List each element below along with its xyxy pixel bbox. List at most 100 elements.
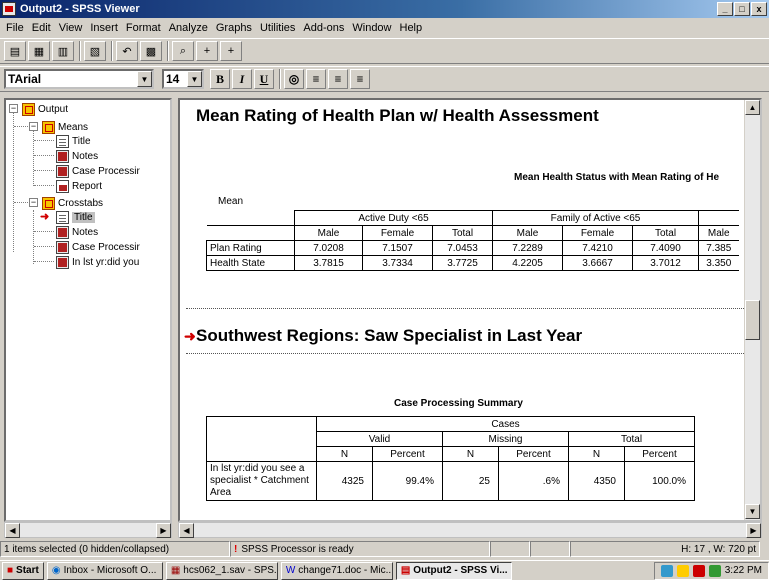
pivot-table-icon [56, 164, 69, 178]
start-button[interactable]: ■ Start [2, 561, 44, 580]
collapse-icon[interactable]: − [9, 104, 18, 113]
collapse-icon[interactable]: − [29, 198, 38, 207]
undo-icon[interactable]: ↶ [116, 41, 138, 61]
network-icon[interactable] [708, 564, 721, 577]
scroll-up-icon[interactable]: ▲ [745, 100, 760, 115]
menu-file[interactable]: File [2, 22, 28, 34]
spss-data-icon: ▦ [170, 565, 181, 576]
task-outlook[interactable]: ◉ Inbox - Microsoft O... [46, 561, 163, 580]
chevron-down-icon[interactable]: ▼ [137, 71, 152, 87]
find-icon[interactable]: ⌕ [172, 41, 194, 61]
save-icon[interactable]: ▦ [28, 41, 50, 61]
scroll-right-icon[interactable]: ▶ [746, 523, 761, 538]
italic-button[interactable]: I [232, 69, 252, 89]
open-icon[interactable]: ▤ [4, 41, 26, 61]
group-header: Missing [442, 431, 569, 447]
col-header: Female [562, 225, 633, 241]
cell: 4325 [316, 461, 373, 501]
spss-app-icon [2, 2, 16, 16]
menu-view[interactable]: View [55, 22, 87, 34]
outline-item-crosstab-table[interactable]: In lst yr:did you [56, 255, 139, 269]
row-label: Plan Rating [206, 240, 295, 256]
outline-item-case-processing-2[interactable]: Case Processir [56, 240, 140, 254]
insert-case-icon[interactable]: + [196, 41, 218, 61]
processor-icon: ! [234, 543, 238, 555]
dialog-recall-icon[interactable]: ▧ [84, 41, 106, 61]
outline-item-report[interactable]: Report [56, 179, 102, 193]
outline-item-notes-2[interactable]: Notes [56, 225, 98, 239]
cell: 7.4090 [632, 240, 699, 256]
outline-item-notes[interactable]: Notes [56, 149, 98, 163]
scroll-right-icon[interactable]: ▶ [156, 523, 171, 538]
output-title-2[interactable]: Southwest Regions: Saw Specialist in Las… [196, 326, 582, 346]
align-right-icon[interactable]: ≡ [350, 69, 370, 89]
cell: 7.4210 [562, 240, 633, 256]
col-header: Total [432, 225, 493, 241]
outline-item-title[interactable]: Title [56, 134, 91, 148]
table-row: Plan Rating 7.0208 7.1507 7.0453 7.2289 … [206, 240, 739, 256]
menu-edit[interactable]: Edit [28, 22, 55, 34]
tray-app-icon[interactable] [660, 564, 673, 577]
font-family-dropdown[interactable]: TArial ▼ [4, 69, 154, 89]
bold-button[interactable]: B [210, 69, 230, 89]
collapse-icon[interactable]: − [29, 122, 38, 131]
output-content-pane[interactable]: Mean Rating of Health Plan w/ Health Ass… [178, 98, 762, 522]
close-button[interactable]: x [751, 2, 767, 16]
outline-pane[interactable]: − Output − Means Title Notes Case Proces… [4, 98, 172, 522]
norton-icon[interactable] [692, 564, 705, 577]
menu-help[interactable]: Help [396, 22, 427, 34]
outline-item-crosstabs[interactable]: Crosstabs [42, 196, 103, 210]
menu-analyze[interactable]: Analyze [165, 22, 212, 34]
task-spss-viewer[interactable]: ▤ Output2 - SPSS Vi... [395, 561, 512, 580]
menu-utilities[interactable]: Utilities [256, 22, 299, 34]
cell: 7.1507 [362, 240, 433, 256]
cell: 3.350 [698, 255, 739, 271]
align-center-icon[interactable]: ≡ [328, 69, 348, 89]
font-size-value: 14 [166, 72, 180, 86]
cell: 4.2205 [492, 255, 563, 271]
print-icon[interactable]: ▥ [52, 41, 74, 61]
outline-item-case-processing[interactable]: Case Processir [56, 164, 140, 178]
scroll-left-icon[interactable]: ◀ [5, 523, 20, 538]
task-word[interactable]: W change71.doc - Mic... [280, 561, 393, 580]
goto-chart-icon[interactable]: ▩ [140, 41, 162, 61]
case-processing-table[interactable]: Cases Valid Missing Total N Percent N Pe… [206, 416, 695, 501]
menu-insert[interactable]: Insert [86, 22, 122, 34]
underline-button[interactable]: U [254, 69, 274, 89]
maximize-button[interactable]: □ [734, 2, 750, 16]
vertical-scrollbar[interactable]: ▲ ▼ [744, 100, 760, 520]
task-spss-data[interactable]: ▦ hcs062_1.sav - SPS... [165, 561, 278, 580]
menu-window[interactable]: Window [348, 22, 395, 34]
font-size-dropdown[interactable]: 14 ▼ [162, 69, 204, 89]
group-header: Active Duty <65 [294, 210, 493, 226]
scroll-down-icon[interactable]: ▼ [745, 504, 760, 519]
title-bar: Output2 - SPSS Viewer _ □ x [0, 0, 769, 18]
outline-item-output[interactable]: Output [22, 102, 68, 116]
volume-icon[interactable] [676, 564, 689, 577]
menu-format[interactable]: Format [122, 22, 165, 34]
menu-graphs[interactable]: Graphs [212, 22, 256, 34]
scroll-thumb[interactable] [745, 300, 760, 340]
col-header: Percent [498, 446, 569, 462]
cell: 3.7012 [632, 255, 699, 271]
output-title-1[interactable]: Mean Rating of Health Plan w/ Health Ass… [196, 106, 599, 126]
scroll-left-icon[interactable]: ◀ [179, 523, 194, 538]
mean-health-status-table[interactable]: Active Duty <65 Family of Active <65 Mal… [206, 210, 739, 271]
pivot-table-icon [56, 255, 69, 269]
outline-item-means[interactable]: Means [42, 120, 88, 134]
book-icon [22, 102, 35, 116]
outline-horizontal-scrollbar[interactable]: ◀ ▶ [4, 522, 172, 538]
chevron-down-icon[interactable]: ▼ [187, 71, 202, 87]
content-horizontal-scrollbar[interactable]: ◀ ▶ [178, 522, 762, 538]
minimize-button[interactable]: _ [717, 2, 733, 16]
windows-logo-icon: ■ [7, 565, 14, 576]
outlook-icon: ◉ [51, 565, 61, 576]
status-bar: 1 items selected (0 hidden/collapsed) ! … [0, 540, 769, 558]
cases-header: Cases [316, 416, 695, 432]
align-left-icon[interactable]: ≡ [306, 69, 326, 89]
menu-addons[interactable]: Add-ons [299, 22, 348, 34]
color-palette-icon[interactable]: ◎ [284, 69, 304, 89]
col-header: N [568, 446, 625, 462]
insert-variable-icon[interactable]: + [220, 41, 242, 61]
outline-item-title-selected[interactable]: Title [56, 210, 95, 224]
